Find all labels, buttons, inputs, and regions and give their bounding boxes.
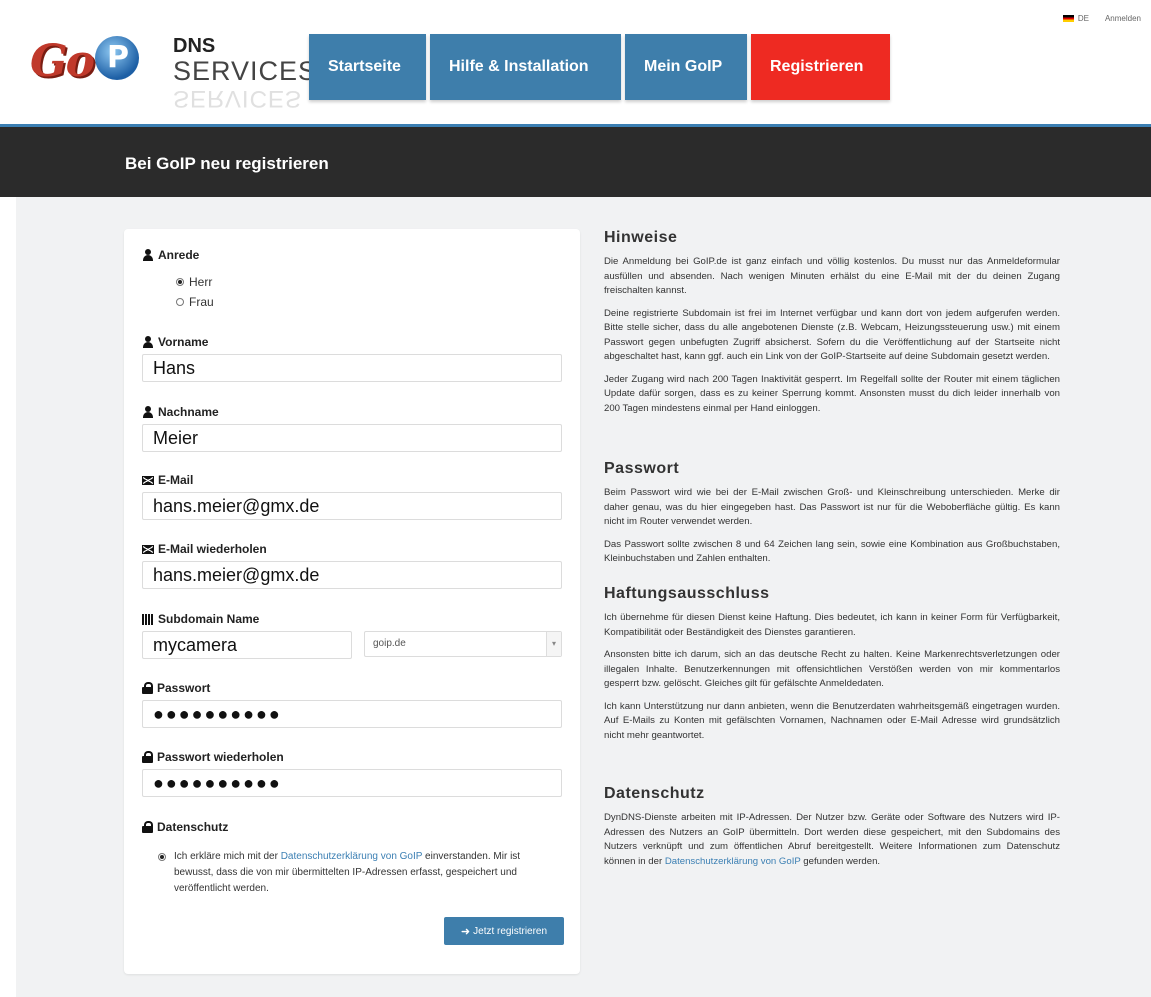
passwort-repeat-label: Passwort wiederholen bbox=[142, 750, 284, 764]
privacy-policy-link-info[interactable]: Datenschutzerklärung von GoIP bbox=[665, 856, 801, 867]
haftung-heading: Haftungsausschluss bbox=[604, 585, 770, 602]
email-repeat-input[interactable]: hans.meier@gmx.de bbox=[142, 561, 562, 589]
sign-in-icon: ➜ bbox=[460, 925, 471, 938]
email-repeat-label: E-Mail wiederholen bbox=[142, 542, 267, 556]
envelope-icon bbox=[142, 476, 154, 485]
section-passwort: Passwort Beim Passwort wird wie bei der … bbox=[604, 460, 1060, 567]
anrede-label: Anrede bbox=[142, 248, 199, 262]
logo-goip-text: Go P bbox=[30, 36, 139, 87]
passwort-label: Passwort bbox=[142, 681, 210, 695]
nachname-label: Nachname bbox=[142, 405, 219, 419]
barcode-icon bbox=[142, 613, 154, 625]
envelope-icon bbox=[142, 545, 154, 554]
nachname-input[interactable]: Meier bbox=[142, 424, 562, 452]
datenschutz-label: Datenschutz bbox=[142, 820, 228, 834]
datenschutz-p1: DynDNS-Dienste arbeiten mit IP-Adressen.… bbox=[604, 812, 1060, 867]
anrede-option-frau[interactable]: Frau bbox=[176, 295, 214, 309]
main-nav: Startseite Hilfe & Installation Mein GoI… bbox=[309, 34, 890, 100]
section-hinweise: Hinweise Die Anmeldung bei GoIP.de ist g… bbox=[604, 229, 1060, 416]
goip-logo[interactable]: Go P DNS SERVICES SERVICES bbox=[30, 30, 316, 112]
hinweise-p1: Die Anmeldung bei GoIP.de ist ganz einfa… bbox=[604, 256, 1060, 296]
passwort-heading: Passwort bbox=[604, 460, 680, 477]
haftung-p1: Ich übernehme für diesen Dienst keine Ha… bbox=[604, 612, 1060, 638]
passwort-repeat-input[interactable]: ●●●●●●●●●● bbox=[142, 769, 562, 797]
section-haftungsausschluss: Haftungsausschluss Ich übernehme für die… bbox=[604, 585, 1060, 743]
main-content: Anrede Herr Frau Vorname Hans Nachname M… bbox=[16, 197, 1151, 997]
subdomain-label: Subdomain Name bbox=[142, 612, 259, 626]
subdomain-input[interactable]: mycamera bbox=[142, 631, 352, 659]
user-icon bbox=[142, 336, 154, 348]
page-title: Bei GoIP neu registrieren bbox=[125, 154, 329, 173]
haftung-p3: Ich kann Unterstützung nur dann anbieten… bbox=[604, 700, 1060, 741]
logo-services-text: SERVICES bbox=[173, 56, 318, 86]
lock-icon bbox=[142, 682, 153, 694]
radio-herr[interactable] bbox=[176, 278, 184, 286]
radio-frau[interactable] bbox=[176, 298, 184, 306]
haftung-p2: Ansonsten bitte ich darum, sich an das d… bbox=[604, 649, 1060, 689]
nav-hilfe-installation[interactable]: Hilfe & Installation bbox=[430, 34, 621, 100]
lock-icon bbox=[142, 821, 153, 833]
consent-checkbox[interactable] bbox=[158, 853, 166, 861]
header: Go P DNS SERVICES SERVICES Startseite Hil… bbox=[0, 0, 1151, 124]
logo-reflection: SERVICES bbox=[173, 85, 302, 112]
register-submit-button[interactable]: ➜ Jetzt registrieren bbox=[444, 917, 564, 945]
user-icon bbox=[142, 249, 154, 261]
email-input[interactable]: hans.meier@gmx.de bbox=[142, 492, 562, 520]
privacy-policy-link[interactable]: Datenschutzerklärung von GoIP bbox=[281, 851, 423, 862]
lock-icon bbox=[142, 751, 153, 763]
nav-registrieren[interactable]: Registrieren bbox=[751, 34, 890, 100]
domain-select[interactable]: goip.de ▾ bbox=[364, 631, 562, 657]
passwort-p2: Das Passwort sollte zwischen 8 und 64 Ze… bbox=[604, 538, 1060, 565]
consent-text: Ich erkläre mich mit der Datenschutzerkl… bbox=[174, 851, 521, 894]
registration-form: Anrede Herr Frau Vorname Hans Nachname M… bbox=[124, 229, 580, 974]
logo-p-icon: P bbox=[94, 36, 139, 80]
datenschutz-heading: Datenschutz bbox=[604, 785, 705, 802]
page-title-bar: Bei GoIP neu registrieren bbox=[0, 124, 1151, 197]
nav-mein-goip[interactable]: Mein GoIP bbox=[625, 34, 747, 100]
anrede-option-herr[interactable]: Herr bbox=[176, 275, 212, 289]
passwort-input[interactable]: ●●●●●●●●●● bbox=[142, 700, 562, 728]
nav-startseite[interactable]: Startseite bbox=[309, 34, 426, 100]
hinweise-p2: Deine registrierte Subdomain ist frei im… bbox=[604, 307, 1060, 363]
logo-dns-text: DNS bbox=[173, 35, 216, 57]
select-arrow-icon: ▾ bbox=[546, 632, 561, 656]
vorname-label: Vorname bbox=[142, 335, 208, 349]
hinweise-p3: Jeder Zugang wird nach 200 Tagen Inaktiv… bbox=[604, 373, 1060, 414]
passwort-p1: Beim Passwort wird wie bei der E-Mail zw… bbox=[604, 487, 1060, 527]
user-icon bbox=[142, 406, 154, 418]
section-datenschutz: Datenschutz DynDNS-Dienste arbeiten mit … bbox=[604, 785, 1060, 869]
vorname-input[interactable]: Hans bbox=[142, 354, 562, 382]
hinweise-heading: Hinweise bbox=[604, 229, 678, 246]
email-label: E-Mail bbox=[142, 473, 193, 487]
consent-checkbox-row[interactable]: Ich erkläre mich mit der Datenschutzerkl… bbox=[158, 849, 560, 897]
